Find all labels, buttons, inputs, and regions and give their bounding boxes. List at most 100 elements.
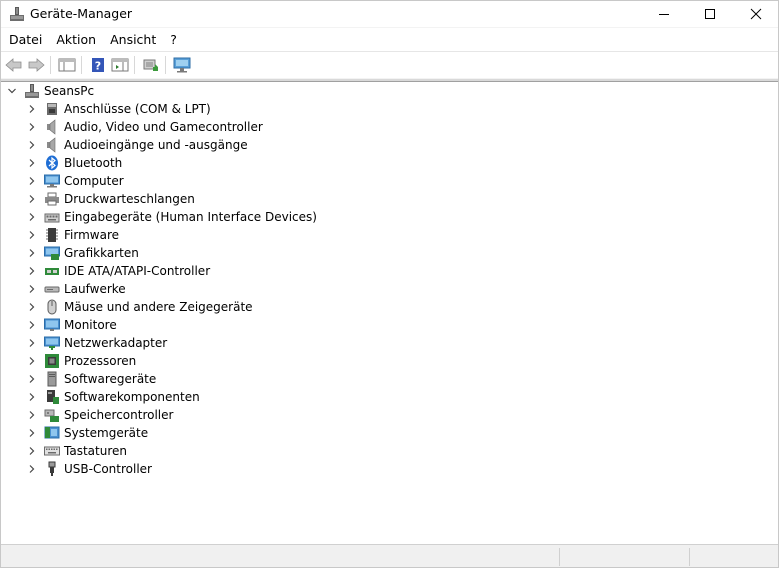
chevron-right-icon[interactable] (26, 103, 38, 115)
tree-node[interactable]: Bluetooth (26, 154, 122, 172)
printer-icon (44, 191, 60, 207)
tree-node[interactable]: Netzwerkadapter (26, 334, 167, 352)
tree-node-label: Audio, Video und Gamecontroller (64, 120, 263, 134)
status-pane (689, 548, 778, 566)
tree-node[interactable]: Firmware (26, 226, 119, 244)
chevron-right-icon[interactable] (26, 175, 38, 187)
tree-node-label: Softwarekomponenten (64, 390, 200, 404)
tree-node[interactable]: Softwarekomponenten (26, 388, 200, 406)
tree-node-label: Grafikkarten (64, 246, 139, 260)
software-device-icon (44, 371, 60, 387)
close-button[interactable] (733, 1, 779, 27)
tree-node-label: Bluetooth (64, 156, 123, 170)
chevron-right-icon[interactable] (26, 355, 38, 367)
tree-node[interactable]: Laufwerke (26, 280, 126, 298)
maximize-button[interactable] (687, 1, 733, 27)
chevron-right-icon[interactable] (26, 301, 38, 313)
tree-node-label: IDE ATA/ATAPI-Controller (64, 264, 211, 278)
tree-node-label: Druckwarteschlangen (64, 192, 195, 206)
menu-datei[interactable]: Datei (1, 28, 49, 51)
tree-node[interactable]: Druckwarteschlangen (26, 190, 195, 208)
toolbar: ? (1, 52, 778, 78)
chevron-right-icon[interactable] (26, 283, 38, 295)
bluetooth-icon (44, 155, 60, 171)
tree-node[interactable]: Eingabegeräte (Human Interface Devices) (26, 208, 317, 226)
tree-node[interactable]: Audio, Video und Gamecontroller (26, 118, 263, 136)
tree-node[interactable]: Prozessoren (26, 352, 136, 370)
tree-node[interactable]: IDE ATA/ATAPI-Controller (26, 262, 210, 280)
chevron-right-icon[interactable] (26, 391, 38, 403)
storage-controller-icon (44, 407, 60, 423)
keyboard-icon (44, 443, 60, 459)
chevron-right-icon[interactable] (26, 337, 38, 349)
tree-node[interactable]: Speichercontroller (26, 406, 173, 424)
chevron-right-icon[interactable] (26, 265, 38, 277)
tree-node-label: Tastaturen (64, 444, 127, 458)
software-component-icon (44, 389, 60, 405)
chevron-right-icon[interactable] (26, 319, 38, 331)
tree-node-label: Softwaregeräte (64, 372, 157, 386)
tree-node-label: Monitore (64, 318, 117, 332)
tree-node-label: Systemgeräte (64, 426, 149, 440)
chevron-right-icon[interactable] (26, 427, 38, 439)
toolbar-separator (134, 56, 135, 74)
menu-aktion[interactable]: Aktion (49, 28, 103, 51)
help-icon[interactable]: ? (88, 55, 108, 75)
status-pane (559, 548, 689, 566)
tree-node[interactable]: Computer (26, 172, 124, 190)
processor-icon (44, 353, 60, 369)
device-manager-window: Geräte-Manager Datei Aktion Ansicht ? ? … (0, 0, 779, 568)
tree-node-label: USB-Controller (64, 462, 152, 476)
menu-help[interactable]: ? (163, 28, 184, 51)
keyboard-hid-icon (44, 209, 60, 225)
toolbar-separator (81, 56, 82, 74)
toolbar-separator (165, 56, 166, 74)
chevron-right-icon[interactable] (26, 193, 38, 205)
port-icon (44, 101, 60, 117)
title-bar: Geräte-Manager (1, 1, 778, 27)
show-hide-console-tree-icon[interactable] (57, 55, 77, 75)
tree-node[interactable]: Grafikkarten (26, 244, 139, 262)
tree-root-node[interactable]: SeansPc (6, 82, 94, 100)
show-hide-action-pane-icon[interactable] (110, 55, 130, 75)
chevron-right-icon[interactable] (26, 121, 38, 133)
display-adapter-icon (44, 245, 60, 261)
chevron-right-icon[interactable] (26, 211, 38, 223)
speaker-icon (44, 119, 60, 135)
computer-monitor-icon[interactable] (172, 55, 192, 75)
tree-node-label: Netzwerkadapter (64, 336, 168, 350)
tree-node[interactable]: Systemgeräte (26, 424, 148, 442)
window-title: Geräte-Manager (30, 6, 133, 21)
tree-node[interactable]: Mäuse und andere Zeigegeräte (26, 298, 253, 316)
tree-node[interactable]: Audioeingänge und -ausgänge (26, 136, 248, 154)
tree-node[interactable]: Anschlüsse (COM & LPT) (26, 100, 211, 118)
status-bar (1, 544, 778, 567)
chevron-right-icon[interactable] (26, 157, 38, 169)
scan-hardware-changes-icon[interactable] (141, 55, 161, 75)
tree-node-label: Eingabegeräte (Human Interface Devices) (64, 210, 317, 224)
tree-node-label: Speichercontroller (64, 408, 174, 422)
tree-node[interactable]: USB-Controller (26, 460, 152, 478)
back-arrow-icon[interactable] (4, 55, 24, 75)
chevron-right-icon[interactable] (26, 409, 38, 421)
chevron-right-icon[interactable] (26, 373, 38, 385)
chevron-right-icon[interactable] (26, 463, 38, 475)
tree-node[interactable]: Softwaregeräte (26, 370, 156, 388)
chevron-down-icon[interactable] (6, 85, 18, 97)
chevron-right-icon[interactable] (26, 229, 38, 241)
chevron-right-icon[interactable] (26, 445, 38, 457)
tree-root-label: SeansPc (44, 84, 95, 98)
tree-node-label: Firmware (64, 228, 119, 242)
chevron-right-icon[interactable] (26, 247, 38, 259)
chevron-right-icon[interactable] (26, 139, 38, 151)
tree-node[interactable]: Tastaturen (26, 442, 127, 460)
mouse-icon (44, 299, 60, 315)
device-tree: SeansPc Anschlüsse (COM & LPT) Audio, Vid… (1, 82, 778, 544)
tree-node-label: Mäuse und andere Zeigegeräte (64, 300, 253, 314)
forward-arrow-icon[interactable] (26, 55, 46, 75)
menu-ansicht[interactable]: Ansicht (103, 28, 163, 51)
tree-node[interactable]: Monitore (26, 316, 117, 334)
tree-node-label: Prozessoren (64, 354, 137, 368)
minimize-button[interactable] (641, 1, 687, 27)
chip-icon (44, 227, 60, 243)
